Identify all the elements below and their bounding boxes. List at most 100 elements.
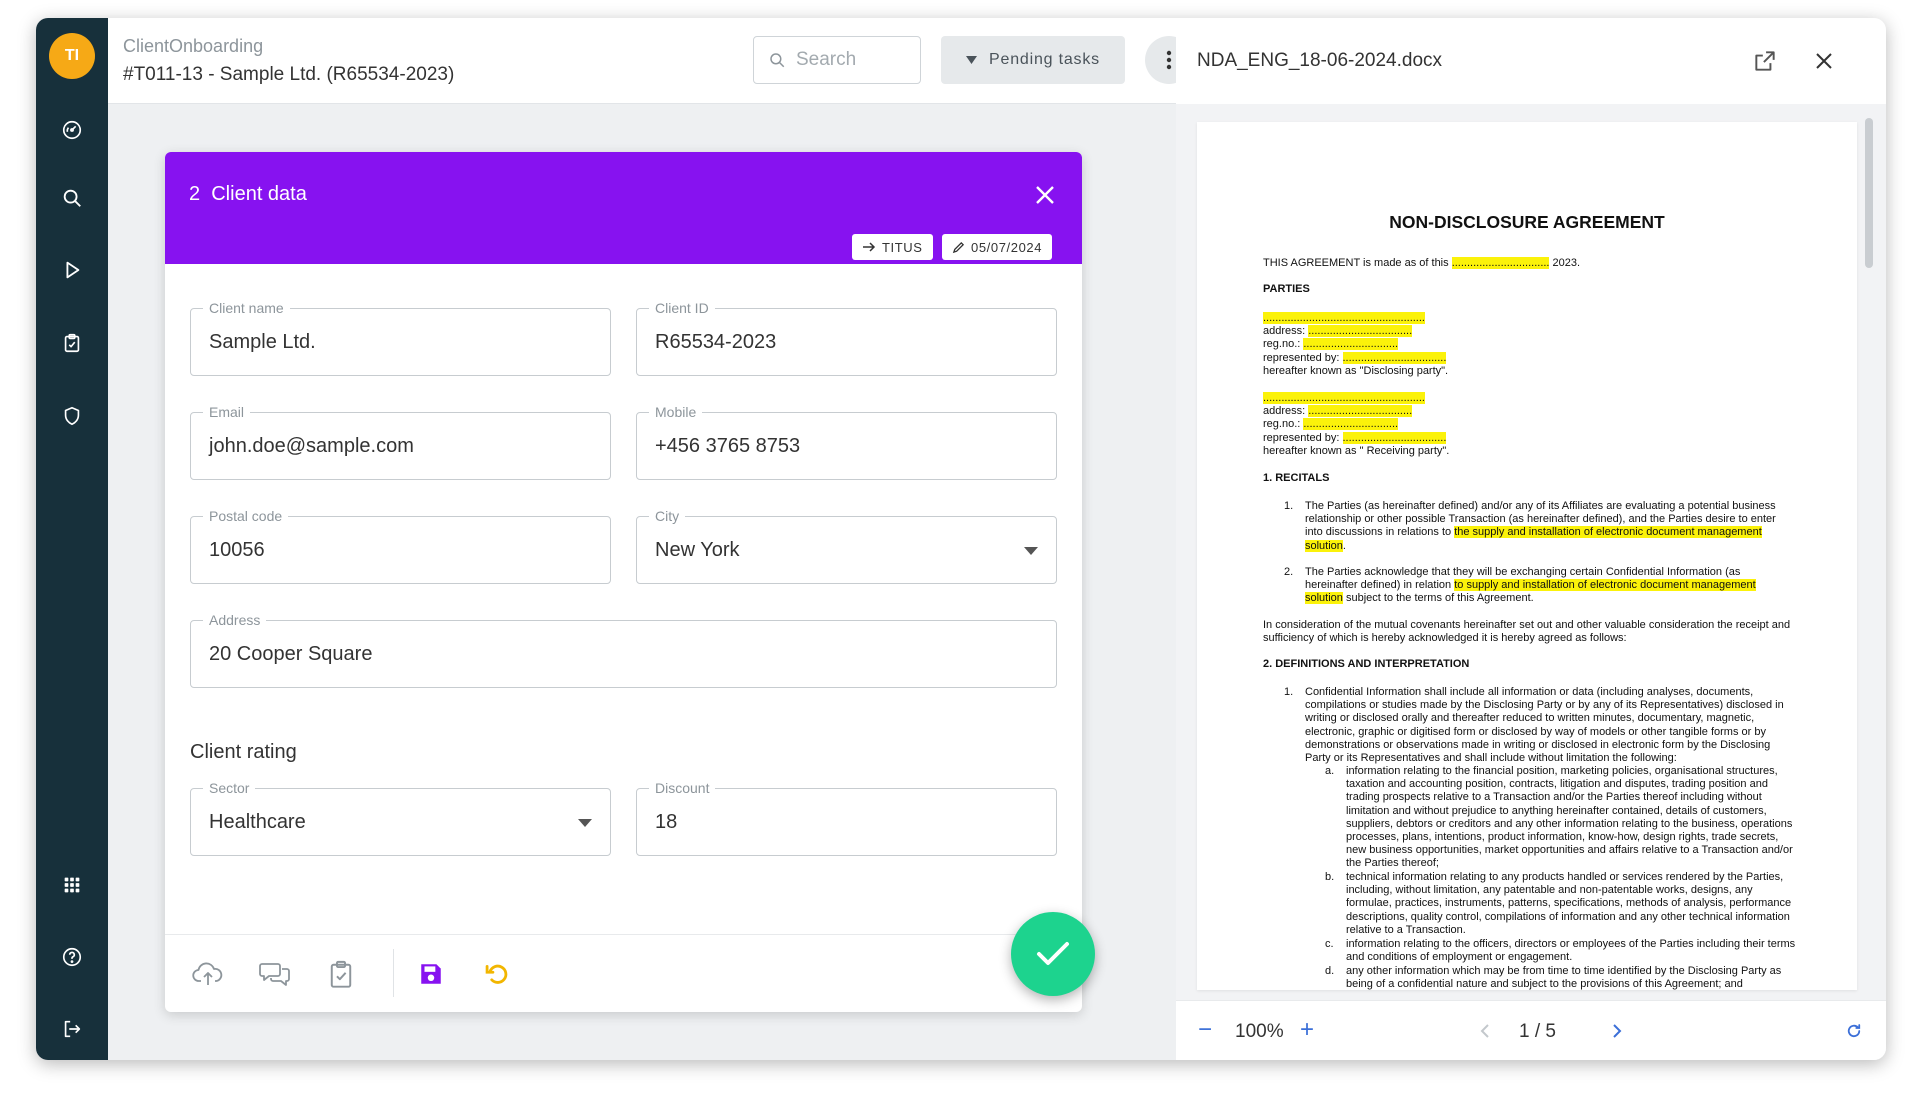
document-page[interactable]: NON-DISCLOSURE AGREEMENT THIS AGREEMENT … [1197,122,1857,990]
doc-sub-c: information relating to the officers, di… [1346,938,1796,964]
clipboard-check-icon[interactable] [58,329,86,357]
doc-definitions-heading: 2. DEFINITIONS AND INTERPRETATION [1263,658,1470,670]
card-title: 2 Client data [189,183,307,205]
doc-recital-1: The Parties (as hereinafter defined) and… [1305,500,1776,552]
caret-down-icon [966,56,978,64]
footer-divider [393,949,394,997]
clipboard-check-icon[interactable] [324,957,358,991]
doc-sub-d: any other information which may be from … [1346,965,1782,990]
zoom-level: 100% [1235,1021,1284,1042]
document-scrollbar[interactable] [1862,108,1876,988]
close-card-button[interactable] [1030,180,1060,210]
apps-grid-icon[interactable] [58,871,86,899]
undo-icon[interactable] [480,957,514,991]
postal-code-field[interactable]: Postal code 10056 [190,507,611,584]
sector-select[interactable]: Sector Healthcare [190,779,611,856]
comments-icon[interactable] [258,957,292,991]
pending-tasks-button[interactable]: Pending tasks [941,36,1125,84]
check-icon [1037,942,1069,965]
close-viewer-button[interactable] [1808,45,1840,77]
client-data-card: 2 Client data TITUS 05/07/2024 Client na… [165,152,1082,1012]
chevron-down-icon [578,819,592,827]
card-header: 2 Client data TITUS 05/07/2024 [165,152,1082,264]
close-icon [1816,53,1832,69]
client-name-field[interactable]: Client name Sample Ltd. [190,299,611,376]
city-value: New York [655,539,740,561]
client-id-label: Client ID [649,299,715,317]
logout-icon[interactable] [58,1015,86,1043]
doc-sub-b: technical information relating to any pr… [1346,871,1792,936]
open-external-button[interactable] [1749,45,1781,77]
arrow-right-icon [863,242,876,252]
postal-code-label: Postal code [203,507,289,525]
doc-definition-1-number: 1. [1284,686,1294,698]
breadcrumb[interactable]: ClientOnboarding [123,36,263,57]
doc-recital-2-number: 2. [1284,566,1294,578]
viewer-header: NDA_ENG_18-06-2024.docx [1176,18,1886,104]
next-page-button[interactable] [1604,1017,1630,1045]
sector-label: Sector [203,779,256,797]
postal-code-value: 10056 [209,539,265,561]
discount-value: 18 [655,811,678,833]
doc-recital-2: The Parties acknowledge that they will b… [1305,566,1756,605]
avatar[interactable]: TI [49,33,95,79]
chevron-down-icon [1024,547,1038,555]
page-title: #T011-13 - Sample Ltd. (R65534-2023) [123,64,455,85]
doc-sub-a-label: a. [1325,765,1335,777]
doc-party-2: ........................................… [1263,392,1450,457]
search-icon[interactable] [58,184,86,212]
discount-label: Discount [649,779,716,797]
chevron-right-icon [1613,1024,1622,1038]
save-icon[interactable] [414,957,448,991]
upload-cloud-icon[interactable] [191,957,225,991]
zoom-out-button[interactable]: − [1198,1015,1212,1045]
search-input[interactable] [796,49,906,71]
address-field[interactable]: Address 20 Cooper Square [190,611,1057,688]
doc-intro: THIS AGREEMENT is made as of this ......… [1263,257,1581,269]
doc-sub-a: information relating to the financial po… [1346,765,1793,870]
assignee-chip[interactable]: TITUS [852,234,933,260]
city-label: City [649,507,686,525]
client-rating-heading: Client rating [190,741,297,763]
pending-tasks-label: Pending tasks [989,51,1100,68]
email-label: Email [203,403,251,421]
doc-sub-c-label: c. [1325,938,1334,950]
mobile-field[interactable]: Mobile +456 3765 8753 [636,403,1057,480]
doc-consideration: In consideration of the mutual covenants… [1263,619,1791,645]
mobile-label: Mobile [649,403,703,421]
previous-page-button[interactable] [1472,1017,1498,1045]
card-footer [165,934,1082,1012]
search-icon [770,53,785,68]
search-box[interactable] [753,36,921,84]
doc-sub-d-label: d. [1325,965,1335,977]
file-name: NDA_ENG_18-06-2024.docx [1197,50,1443,71]
doc-sub-b-label: b. [1325,871,1335,883]
external-link-icon [1755,51,1775,71]
refresh-button[interactable] [1841,1017,1867,1045]
client-id-value: R65534-2023 [655,331,777,353]
help-icon[interactable] [58,943,86,971]
topbar: ClientOnboarding #T011-13 - Sample Ltd. … [108,18,1193,104]
client-name-value: Sample Ltd. [209,331,316,353]
doc-recitals-heading: 1. RECITALS [1263,472,1330,484]
close-icon [1036,186,1054,204]
shield-icon[interactable] [58,402,86,430]
confirm-button[interactable] [1011,912,1095,996]
email-field[interactable]: Email john.doe@sample.com [190,403,611,480]
email-value: john.doe@sample.com [209,435,414,457]
zoom-in-button[interactable]: + [1300,1015,1314,1045]
doc-recital-1-number: 1. [1284,500,1294,512]
discount-field[interactable]: Discount 18 [636,779,1057,856]
address-value: 20 Cooper Square [209,643,373,665]
play-icon[interactable] [58,256,86,284]
doc-title: NON-DISCLOSURE AGREEMENT [1389,212,1665,232]
dashboard-icon[interactable] [58,116,86,144]
sidebar: TI [36,18,108,1060]
viewer-toolbar: − 100% + 1 / 5 [1176,1000,1886,1060]
city-select[interactable]: City New York [636,507,1057,584]
doc-party-1: ........................................… [1263,312,1449,377]
scrollbar-thumb[interactable] [1865,118,1873,268]
refresh-icon [1847,1024,1861,1038]
client-id-field[interactable]: Client ID R65534-2023 [636,299,1057,376]
date-chip[interactable]: 05/07/2024 [942,234,1053,260]
